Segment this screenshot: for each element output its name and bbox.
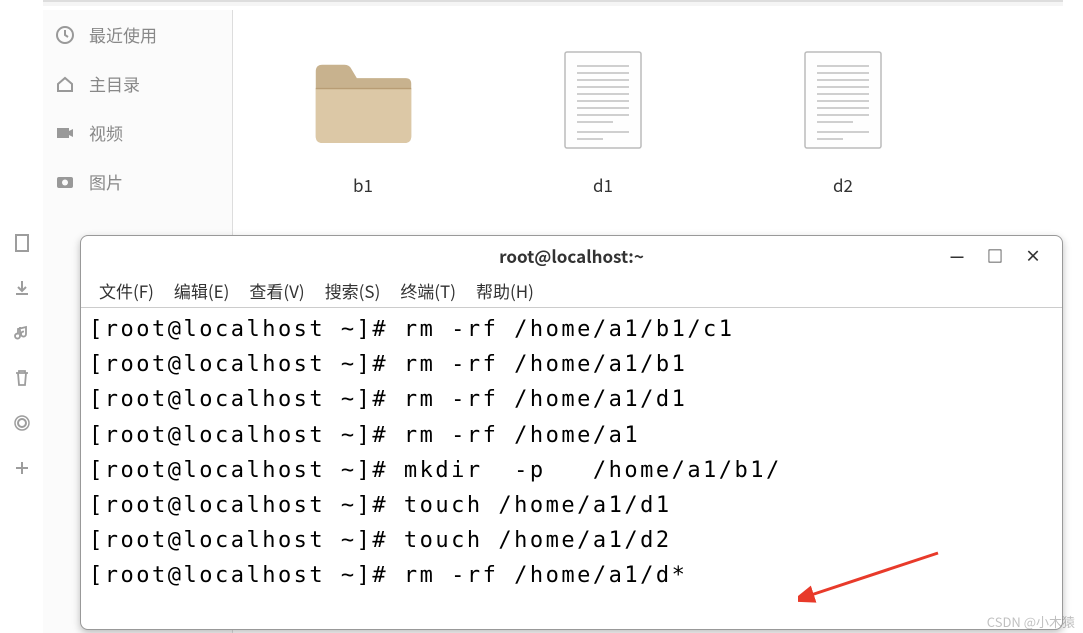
terminal-window: root@localhost:~ — □ × 文件(F) 编辑(E) 查看(V)…: [80, 235, 1063, 630]
document-icon[interactable]: [0, 220, 43, 265]
terminal-title: root@localhost:~: [499, 243, 644, 268]
menu-file[interactable]: 文件(F): [89, 278, 164, 303]
menu-search[interactable]: 搜索(S): [315, 278, 391, 303]
terminal-line: [root@localhost ~]# rm -rf /home/a1/b1: [89, 347, 1054, 382]
maximize-button[interactable]: □: [976, 244, 1014, 266]
terminal-line: [root@localhost ~]# touch /home/a1/d2: [89, 523, 1054, 558]
music-icon[interactable]: [0, 310, 43, 355]
window-controls: — □ ×: [938, 236, 1052, 274]
sidebar-item-videos[interactable]: 视频: [43, 108, 232, 157]
file-item-label: d2: [783, 172, 903, 197]
folder-icon: [311, 40, 416, 160]
video-icon: [55, 123, 75, 143]
sidebar-strip: [0, 220, 43, 633]
home-icon: [55, 74, 75, 94]
terminal-menubar: 文件(F) 编辑(E) 查看(V) 搜索(S) 终端(T) 帮助(H): [81, 274, 1062, 308]
terminal-line: [root@localhost ~]# rm -rf /home/a1/d1: [89, 382, 1054, 417]
terminal-titlebar[interactable]: root@localhost:~ — □ ×: [81, 236, 1062, 274]
menu-help[interactable]: 帮助(H): [466, 278, 544, 303]
terminal-line: [root@localhost ~]# rm -rf /home/a1/d*: [89, 558, 1054, 593]
file-item-file[interactable]: d2: [783, 40, 903, 197]
sidebar-item-recent[interactable]: 最近使用: [43, 10, 232, 59]
file-item-container: b1 d1 d2: [233, 10, 1063, 227]
computer-icon[interactable]: [0, 400, 43, 445]
file-item-file[interactable]: d1: [543, 40, 663, 197]
sidebar-item-label: 主目录: [89, 71, 140, 96]
terminal-line: [root@localhost ~]# rm -rf /home/a1/b1/c…: [89, 312, 1054, 347]
sidebar-item-label: 最近使用: [89, 22, 157, 47]
file-item-folder[interactable]: b1: [303, 40, 423, 197]
file-item-label: d1: [543, 172, 663, 197]
sidebar-item-label: 视频: [89, 120, 123, 145]
plus-icon[interactable]: [0, 445, 43, 490]
minimize-button[interactable]: —: [938, 244, 976, 266]
watermark: CSDN @小木猿: [987, 612, 1075, 631]
menu-edit[interactable]: 编辑(E): [164, 278, 240, 303]
textfile-icon: [791, 40, 896, 160]
camera-icon: [55, 172, 75, 192]
terminal-line: [root@localhost ~]# rm -rf /home/a1: [89, 418, 1054, 453]
menu-view[interactable]: 查看(V): [239, 278, 314, 303]
file-manager-toolbar: [43, 0, 1063, 6]
terminal-body[interactable]: [root@localhost ~]# rm -rf /home/a1/b1/c…: [81, 308, 1062, 598]
sidebar-item-label: 图片: [89, 169, 123, 194]
textfile-icon: [551, 40, 656, 160]
trash-icon[interactable]: [0, 355, 43, 400]
terminal-line: [root@localhost ~]# mkdir -p /home/a1/b1…: [89, 453, 1054, 488]
menu-terminal[interactable]: 终端(T): [390, 278, 466, 303]
close-button[interactable]: ×: [1014, 244, 1052, 266]
sidebar-item-pictures[interactable]: 图片: [43, 157, 232, 206]
file-item-label: b1: [303, 172, 423, 197]
clock-icon: [55, 25, 75, 45]
sidebar-item-home[interactable]: 主目录: [43, 59, 232, 108]
download-icon[interactable]: [0, 265, 43, 310]
terminal-line: [root@localhost ~]# touch /home/a1/d1: [89, 488, 1054, 523]
